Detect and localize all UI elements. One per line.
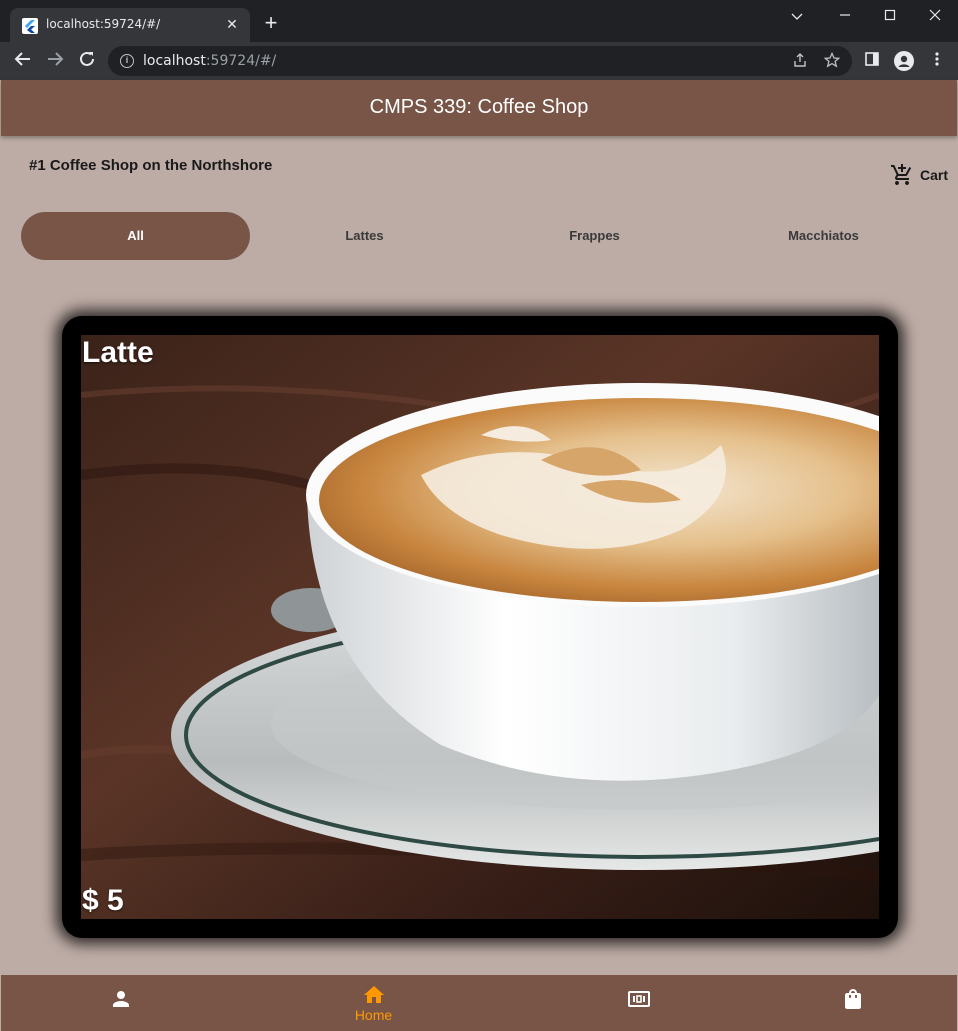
- product-card[interactable]: [62, 316, 898, 938]
- minimize-icon[interactable]: [830, 6, 860, 26]
- person-icon: [112, 991, 129, 1007]
- tab-close-icon[interactable]: ✕: [224, 16, 240, 32]
- cart-button[interactable]: Cart: [890, 162, 948, 188]
- tab-macchiatos[interactable]: Macchiatos: [709, 212, 938, 260]
- new-tab-button[interactable]: +: [260, 12, 282, 34]
- nav-profile[interactable]: [1, 975, 240, 1031]
- latte-photo: [81, 335, 879, 919]
- add-shopping-cart-icon: [891, 164, 912, 185]
- page-title: CMPS 339: Coffee Shop: [369, 96, 589, 118]
- browser-toolbar: i localhost:59724/#/: [0, 42, 958, 80]
- tab-all[interactable]: All: [21, 212, 250, 260]
- nav-orders[interactable]: [733, 975, 958, 1031]
- category-tabs: All Lattes Frappes Macchiatos: [21, 212, 939, 260]
- profile-avatar-icon[interactable]: [894, 51, 914, 71]
- bottom-navigation: Home: [1, 975, 957, 1031]
- url-text: localhost:59724/#/: [143, 53, 277, 69]
- back-icon[interactable]: [12, 50, 34, 72]
- bookmark-star-icon[interactable]: [823, 51, 841, 70]
- product-price: $ 5: [82, 884, 124, 917]
- app-bar: CMPS 339: Coffee Shop: [1, 80, 957, 136]
- home-icon: [363, 986, 384, 1003]
- address-bar[interactable]: i localhost:59724/#/: [108, 46, 852, 76]
- ticket-icon: [627, 991, 650, 1007]
- nav-home[interactable]: Home: [254, 975, 493, 1031]
- share-icon[interactable]: [791, 52, 809, 70]
- tab-lattes[interactable]: Lattes: [250, 212, 479, 260]
- tab-title: localhost:59724/#/: [46, 17, 161, 31]
- browser-tabstrip: localhost:59724/#/ ✕ +: [0, 0, 958, 42]
- cart-label: Cart: [920, 167, 949, 183]
- maximize-icon[interactable]: [875, 6, 905, 26]
- tab-search-icon[interactable]: [782, 6, 812, 26]
- side-panel-icon[interactable]: [862, 51, 882, 71]
- tagline: #1 Coffee Shop on the Northshore: [29, 157, 273, 174]
- browser-menu-icon[interactable]: [927, 51, 947, 71]
- close-window-icon[interactable]: [920, 6, 950, 26]
- browser-tab[interactable]: localhost:59724/#/ ✕: [10, 8, 250, 42]
- forward-icon[interactable]: [44, 50, 66, 72]
- tab-frappes[interactable]: Frappes: [480, 212, 709, 260]
- reload-icon[interactable]: [76, 50, 98, 72]
- nav-tickets[interactable]: [519, 975, 758, 1031]
- nav-home-label: Home: [354, 1007, 393, 1023]
- site-info-icon[interactable]: i: [120, 54, 134, 68]
- shopping-bag-icon: [844, 989, 861, 1009]
- flutter-favicon-icon: [22, 18, 38, 34]
- product-name: Latte: [82, 336, 154, 369]
